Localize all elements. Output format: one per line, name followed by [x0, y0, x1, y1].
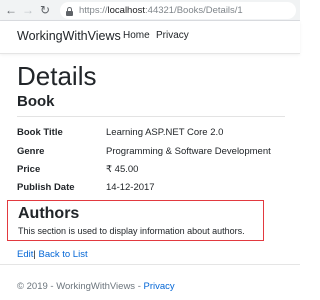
lock-icon: [66, 6, 73, 16]
link-separator: |: [33, 249, 36, 260]
browser-toolbar: ← → ↻ https://localhost:44321/Books/Deta…: [0, 0, 300, 21]
detail-label: Book Title: [17, 127, 63, 138]
reload-icon[interactable]: ↻: [38, 3, 52, 17]
address-bar[interactable]: https://localhost:44321/Books/Details/1: [60, 2, 296, 19]
page-subtitle: Book: [17, 93, 55, 110]
detail-label: Price: [17, 164, 41, 175]
back-icon[interactable]: ←: [4, 3, 18, 17]
url-text: https://localhost:44321/Books/Details/1: [79, 5, 243, 16]
detail-value: 14-12-2017: [106, 182, 155, 193]
detail-value: Programming & Software Development: [106, 146, 271, 157]
detail-label: Publish Date: [17, 182, 75, 193]
back-to-list-link[interactable]: Back to List: [38, 249, 87, 260]
action-links: Edit| Back to List: [17, 249, 88, 260]
authors-section: Authors This section is used to display …: [7, 200, 264, 241]
site-navbar: WorkingWithViews Home Privacy: [0, 21, 300, 54]
detail-value: ₹ 45.00: [106, 164, 139, 175]
site-footer: © 2019 - WorkingWithViews - Privacy: [17, 281, 175, 292]
divider: [17, 116, 285, 117]
footer-privacy-link[interactable]: Privacy: [144, 281, 175, 292]
authors-heading: Authors: [18, 205, 80, 222]
authors-description: This section is used to display informat…: [18, 226, 245, 236]
brand-link[interactable]: WorkingWithViews: [17, 29, 121, 43]
page-title: Details: [17, 61, 97, 91]
url-host: localhost: [107, 5, 146, 16]
url-scheme: https://: [79, 5, 108, 16]
url-path: :44321/Books/Details/1: [145, 5, 243, 16]
footer-text: © 2019 - WorkingWithViews -: [17, 281, 144, 292]
detail-value: Learning ASP.NET Core 2.0: [106, 127, 224, 138]
footer-divider: [0, 264, 300, 265]
nav-home-link[interactable]: Home: [123, 30, 150, 41]
detail-label: Genre: [17, 146, 45, 157]
forward-icon[interactable]: →: [21, 3, 35, 17]
edit-link[interactable]: Edit: [17, 249, 33, 260]
nav-privacy-link[interactable]: Privacy: [156, 30, 189, 41]
